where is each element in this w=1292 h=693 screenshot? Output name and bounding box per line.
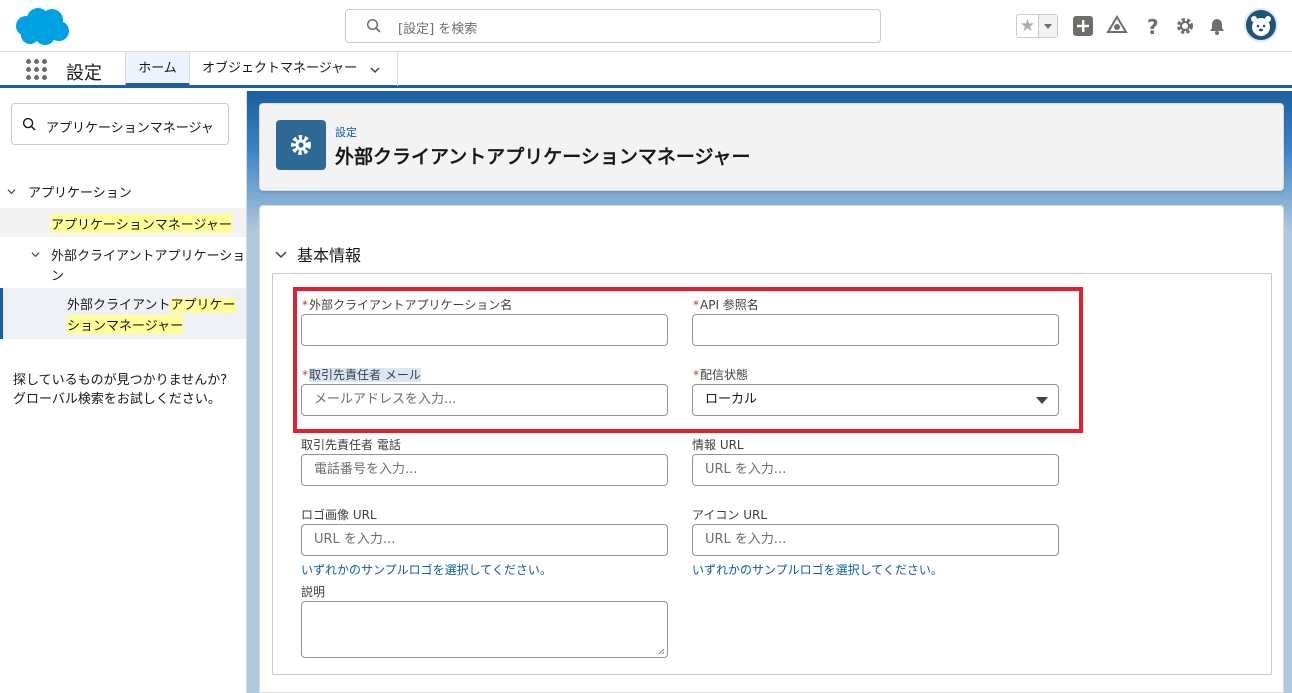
description-label: 説明 [301, 585, 326, 599]
tree-label-eca-manager-1a: 外部クライアント [67, 298, 171, 313]
tree-item-external-client-apps[interactable]: 外部クライアントアプリケーショ ン [0, 243, 246, 287]
tab-home[interactable]: ホーム [125, 52, 190, 86]
tree-item-external-client-app-manager[interactable]: 外部クライアントアプリケー ションマネージャー [0, 288, 246, 339]
svg-text:?: ? [1147, 15, 1159, 37]
tree-label-eca-manager-1b: アプリケー [170, 298, 236, 313]
app-nav-bar: 設定 ホーム オブジェクトマネージャー [0, 52, 1292, 88]
setup-sidebar: アプリケーションマネージャ アプリケーション アプリケーションマネージャー 外部… [0, 91, 247, 693]
notification-bell-icon[interactable] [1206, 15, 1228, 37]
help-line-1: 探しているものが見つかりませんか? [13, 373, 228, 388]
avatar[interactable] [1244, 8, 1278, 42]
favorites-dropdown-icon[interactable] [1039, 15, 1057, 37]
contact-phone-label: 取引先責任者 電話 [301, 438, 401, 452]
contact-phone-input[interactable]: 電話番号を入力... [301, 454, 668, 486]
chevron-down-icon[interactable] [31, 250, 40, 259]
chevron-down-icon[interactable] [275, 248, 287, 260]
tree-item-app-manager[interactable]: アプリケーションマネージャー [0, 208, 246, 237]
description-textarea[interactable] [301, 601, 668, 658]
tree-label-app-manager: アプリケーションマネージャー [51, 214, 232, 233]
tree-label-external-client-apps-2: ン [51, 269, 65, 284]
search-icon [366, 18, 381, 33]
favorites-button[interactable]: ★ [1016, 14, 1058, 38]
annotation-highlight-box [293, 287, 1083, 433]
help-icon[interactable]: ? [1142, 15, 1164, 37]
trailhead-icon[interactable] [1106, 15, 1128, 37]
search-icon [22, 117, 36, 131]
help-line-2: グローバル検索をお試しください。 [13, 392, 221, 407]
sample-logo-link[interactable]: いずれかのサンプルロゴを選択してください。 [301, 561, 552, 578]
global-header: [設定] を検索 ★ ? [0, 0, 1292, 52]
tab-object-manager[interactable]: オブジェクトマネージャー [190, 52, 398, 86]
icon-url-label: アイコン URL [692, 508, 768, 522]
logo-url-input[interactable]: URL を入力... [301, 524, 668, 556]
app-name: 設定 [66, 63, 102, 84]
page-title: 外部クライアントアプリケーションマネージャー [335, 146, 751, 168]
favorites-star-icon[interactable]: ★ [1017, 15, 1039, 37]
quick-find-value: アプリケーションマネージャ [46, 121, 214, 136]
sidebar-help-text: 探しているものが見つかりませんか? グローバル検索をお試しください。 [13, 371, 227, 409]
section-title[interactable]: 基本情報 [297, 242, 361, 266]
quick-find-input[interactable]: アプリケーションマネージャ [11, 103, 229, 145]
add-icon[interactable] [1072, 15, 1094, 37]
chevron-down-icon[interactable] [7, 187, 16, 196]
salesforce-logo[interactable] [12, 6, 70, 46]
breadcrumb[interactable]: 設定 [335, 124, 357, 140]
tab-object-manager-label: オブジェクトマネージャー [202, 61, 358, 76]
sample-icon-link[interactable]: いずれかのサンプルロゴを選択してください。 [692, 561, 943, 578]
app-launcher-icon[interactable] [26, 59, 48, 81]
info-url-input[interactable]: URL を入力... [692, 454, 1059, 486]
tree-label-external-client-apps-1: 外部クライアントアプリケーショ [51, 249, 246, 264]
tree-item-applications[interactable]: アプリケーション [0, 182, 246, 202]
setup-gear-icon[interactable] [1174, 15, 1196, 37]
page-header: 設定 外部クライアントアプリケーションマネージャー [259, 103, 1284, 191]
search-placeholder: [設定] を検索 [398, 22, 478, 37]
logo-url-label: ロゴ画像 URL [301, 508, 377, 522]
info-url-label: 情報 URL [692, 438, 744, 452]
resize-handle-icon[interactable] [658, 648, 665, 655]
tree-label-eca-manager-2: ションマネージャー [67, 315, 184, 334]
chevron-down-icon[interactable] [370, 65, 380, 75]
global-search-input[interactable]: [設定] を検索 [345, 9, 881, 43]
tree-label-applications: アプリケーション [28, 186, 132, 201]
icon-url-input[interactable]: URL を入力... [692, 524, 1059, 556]
setup-gear-icon [276, 120, 326, 170]
